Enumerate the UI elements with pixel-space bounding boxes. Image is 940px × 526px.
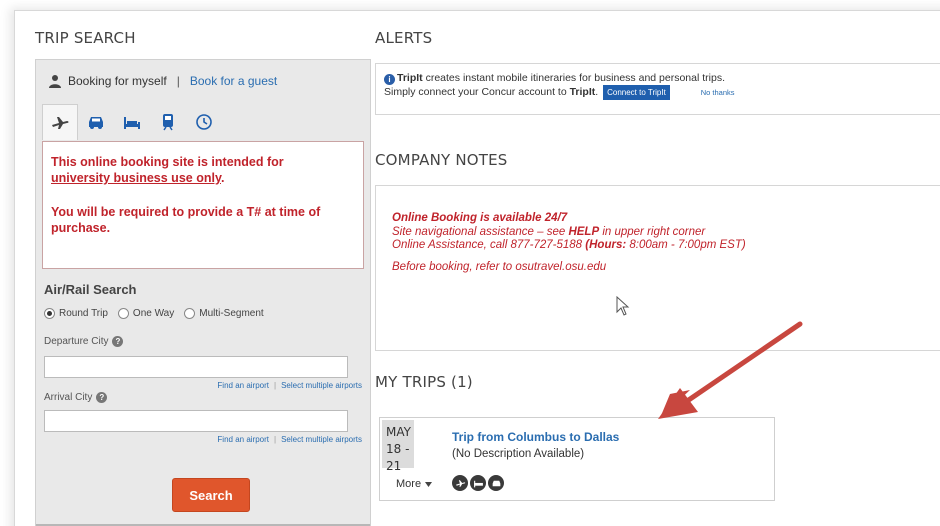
notes-line-2: Site navigational assistance – see HELP … (392, 225, 706, 238)
tab-history[interactable] (186, 104, 222, 140)
mouse-cursor-icon (616, 296, 630, 316)
notes-line-4[interactable]: Before booking, refer to osutravel.osu.e… (392, 261, 938, 275)
find-airport-link[interactable]: Find an airport (217, 381, 269, 390)
more-dropdown[interactable]: More (396, 478, 433, 490)
tab-flight[interactable] (42, 104, 78, 140)
trip-type-radios: Round Trip One Way Multi-Segment (44, 308, 264, 319)
info-icon: i (384, 74, 395, 85)
arrival-city-input[interactable] (44, 410, 348, 432)
no-thanks-link[interactable]: No thanks (701, 88, 735, 97)
travel-mode-tabs (42, 104, 222, 140)
search-button[interactable]: Search (172, 478, 250, 512)
hotel-icon (124, 117, 140, 129)
caret-down-icon (425, 481, 433, 487)
car-icon (89, 117, 103, 129)
notes-line-3: Online Assistance, call 877-727-5188 (Ho… (392, 239, 746, 251)
radio-round-trip[interactable]: Round Trip (44, 308, 108, 319)
trip-search-panel: Booking for myself | Book for a guest Th… (35, 59, 371, 526)
departure-city-label: Departure City ? (44, 336, 124, 347)
help-icon[interactable]: ? (112, 336, 124, 347)
select-multiple-airports-link[interactable]: Select multiple airports (281, 381, 362, 390)
book-for-guest-link[interactable]: Book for a guest (190, 74, 277, 88)
trip-days: 18 - 21 (386, 442, 410, 473)
trip-search-title: TRIP SEARCH (35, 29, 136, 47)
departure-find-links: Find an airport | Select multiple airports (217, 381, 362, 390)
trip-description: (No Description Available) (452, 448, 585, 460)
clock-icon (196, 114, 212, 130)
select-multiple-airports-link[interactable]: Select multiple airports (281, 435, 362, 444)
app-frame: TRIP SEARCH Booking for myself | Book fo… (14, 10, 940, 526)
trip-date-block: MAY 18 - 21 (382, 420, 414, 473)
alert-line-1: i TripIt creates instant mobile itinerari… (384, 72, 940, 85)
booking-policy-notice: This online booking site is intended for… (42, 141, 364, 269)
connect-to-tripit-button[interactable]: Connect to TripIt (603, 85, 670, 100)
radio-dot[interactable] (117, 308, 129, 319)
flight-icon (52, 116, 69, 129)
tab-car[interactable] (78, 104, 114, 140)
university-business-link[interactable]: university business use only (51, 171, 221, 185)
air-rail-search-title: Air/Rail Search (44, 282, 137, 297)
hotel-icon (470, 475, 486, 491)
tab-hotel[interactable] (114, 104, 150, 140)
booking-mode-row: Booking for myself | Book for a guest (48, 74, 277, 88)
help-icon[interactable]: ? (96, 392, 108, 403)
radio-multi-segment[interactable]: Multi-Segment (184, 308, 264, 319)
flight-icon (452, 475, 468, 491)
find-airport-link[interactable]: Find an airport (217, 435, 269, 444)
notice-paragraph-2: You will be required to provide a T# at … (51, 205, 321, 235)
trip-card[interactable]: MAY 18 - 21 Trip from Columbus to Dallas… (379, 417, 775, 501)
booking-self-label[interactable]: Booking for myself (68, 74, 167, 88)
alert-line-2: Simply connect your Concur account to Tr… (384, 85, 735, 100)
my-trips-title: MY TRIPS (1) (375, 373, 473, 391)
arrival-find-links: Find an airport | Select multiple airports (217, 435, 362, 444)
trip-month: MAY (386, 425, 411, 439)
annotation-arrow-icon (658, 321, 803, 419)
booking-separator: | (176, 74, 180, 88)
company-notes-title: COMPANY NOTES (375, 151, 508, 169)
train-icon (163, 114, 173, 131)
tripit-alert: i TripIt creates instant mobile itinerari… (375, 63, 940, 115)
car-icon (488, 475, 504, 491)
radio-dot-selected[interactable] (44, 308, 55, 319)
tab-train[interactable] (150, 104, 186, 140)
notice-paragraph-1: This online booking site is intended for… (51, 155, 284, 185)
arrival-city-label: Arrival City ? (44, 392, 108, 403)
trip-mode-icons (452, 475, 504, 491)
person-icon (49, 75, 61, 88)
notes-line-1: Online Booking is available 24/7 (392, 212, 568, 224)
radio-one-way[interactable]: One Way (117, 308, 174, 319)
radio-dot[interactable] (184, 308, 196, 319)
departure-city-input[interactable] (44, 356, 348, 378)
trip-name-link[interactable]: Trip from Columbus to Dallas (452, 430, 619, 444)
alerts-title: ALERTS (375, 29, 433, 47)
